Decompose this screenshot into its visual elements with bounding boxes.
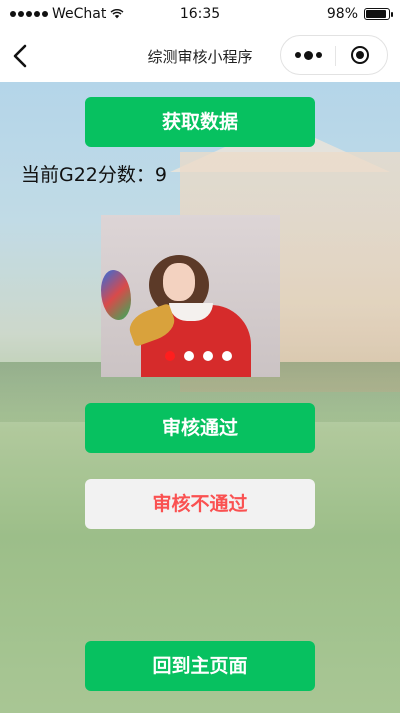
photo-face-shape: [163, 263, 195, 301]
navigation-bar: 综测审核小程序: [0, 30, 400, 82]
score-label: 当前G22分数：9: [21, 164, 167, 186]
battery-fill: [366, 10, 386, 18]
battery-icon: [364, 8, 393, 20]
swiper-indicator-dot[interactable]: [165, 351, 175, 361]
home-button[interactable]: 回到主页面: [85, 641, 315, 691]
more-dots-icon[interactable]: [293, 49, 323, 61]
image-swiper[interactable]: [101, 215, 280, 377]
fetch-data-button[interactable]: 获取数据: [85, 97, 315, 147]
swiper-indicator-dot[interactable]: [222, 351, 232, 361]
reject-button[interactable]: 审核不通过: [85, 479, 315, 529]
swiper-indicator-dot[interactable]: [184, 351, 194, 361]
swiper-indicator-dot[interactable]: [203, 351, 213, 361]
mini-program-capsule: [280, 35, 388, 75]
page-content: 获取数据 当前G22分数：9 审核通过 审核不通过 回到主页面: [0, 82, 400, 713]
approve-button[interactable]: 审核通过: [85, 403, 315, 453]
status-right: 98%: [326, 6, 393, 22]
target-circle-icon[interactable]: [351, 46, 369, 64]
capsule-divider: [335, 46, 336, 66]
status-bar: WeChat 16:35 98%: [0, 0, 400, 30]
battery-percent: 98%: [326, 6, 358, 22]
swiper-indicators: [165, 351, 232, 361]
